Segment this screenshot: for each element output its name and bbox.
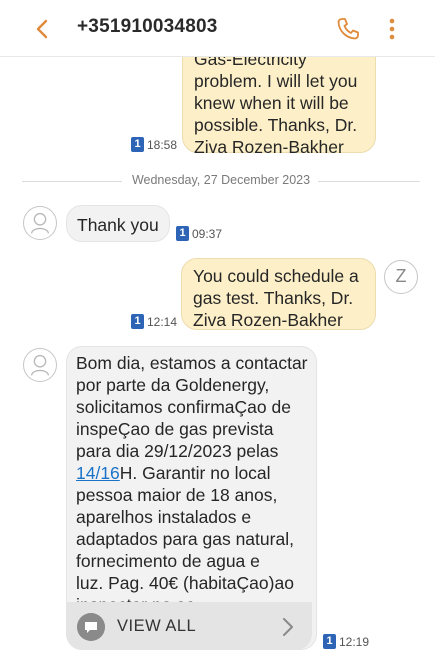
date-separator: Wednesday, 27 December 2023 xyxy=(22,173,420,189)
message-meta: 1 12:14 xyxy=(131,314,177,329)
message-line: problem. I will let you xyxy=(194,71,358,91)
view-all-button[interactable]: VIEW ALL xyxy=(67,602,312,650)
message-time: 18:58 xyxy=(147,137,178,152)
message-line: You could schedule a xyxy=(193,266,359,286)
more-vertical-icon[interactable] xyxy=(380,15,404,43)
contact-avatar[interactable] xyxy=(23,206,57,240)
date-separator-text: Wednesday, 27 December 2023 xyxy=(131,173,311,187)
contact-title: +351910034803 xyxy=(77,16,218,37)
message-line: pessoa maior de 18 anos, xyxy=(76,485,278,505)
message-line: Thank you xyxy=(77,215,159,235)
message-line: possible. Thanks, Dr. xyxy=(194,115,358,135)
message-bubble-received[interactable]: Thank you xyxy=(66,205,170,242)
message-line: inspeÇao de gas prevista xyxy=(76,419,274,439)
chevron-left-icon[interactable] xyxy=(28,16,58,42)
sim-badge: 1 xyxy=(176,226,189,241)
message-meta: 1 18:58 xyxy=(131,137,177,152)
message-text: H. Garantir no local xyxy=(119,463,271,483)
sim-badge: 1 xyxy=(131,314,144,329)
sim-badge: 1 xyxy=(131,137,144,152)
message-meta: 1 12:19 xyxy=(323,634,369,649)
chevron-right-icon xyxy=(283,618,293,636)
message-line: Ziva Rozen-Bakher xyxy=(193,310,343,330)
message-line: Bom dia, estamos a contactar xyxy=(76,353,308,373)
message-time: 12:19 xyxy=(339,634,370,649)
message-line: adaptados para gas natural, xyxy=(76,529,294,549)
my-avatar[interactable]: Z xyxy=(384,260,418,294)
phone-icon[interactable] xyxy=(334,15,362,43)
view-all-label: VIEW ALL xyxy=(117,617,197,635)
message-line: knew when it will be xyxy=(194,93,349,113)
time-link[interactable]: 14/16 xyxy=(76,463,120,483)
message-line: luz. Pag. 40€ (habitaÇao)ao xyxy=(76,573,294,593)
message-line: para dia 29/12/2023 pelas xyxy=(76,441,279,461)
message-line: Ziva Rozen-Bakher xyxy=(194,137,344,157)
sim-badge: 1 xyxy=(323,634,336,649)
message-line: solicitamos confirmaÇao de xyxy=(76,397,291,417)
message-line: gas test. Thanks, Dr. xyxy=(193,288,354,308)
message-bubble-sent[interactable]: You could schedule a gas test. Thanks, D… xyxy=(181,258,376,330)
message-line: aparelhos instalados e xyxy=(76,507,252,527)
chat-bubble-icon xyxy=(77,613,105,641)
app-header: +351910034803 xyxy=(0,0,435,57)
message-time: 09:37 xyxy=(192,226,223,241)
contact-avatar[interactable] xyxy=(23,348,57,382)
message-line: fornecimento de agua e xyxy=(76,551,260,571)
message-line: por parte da Goldenergy, xyxy=(76,375,270,395)
message-line: 14/16H. Garantir no local xyxy=(76,462,306,484)
message-time: 12:14 xyxy=(147,314,178,329)
message-meta: 1 09:37 xyxy=(176,226,222,241)
